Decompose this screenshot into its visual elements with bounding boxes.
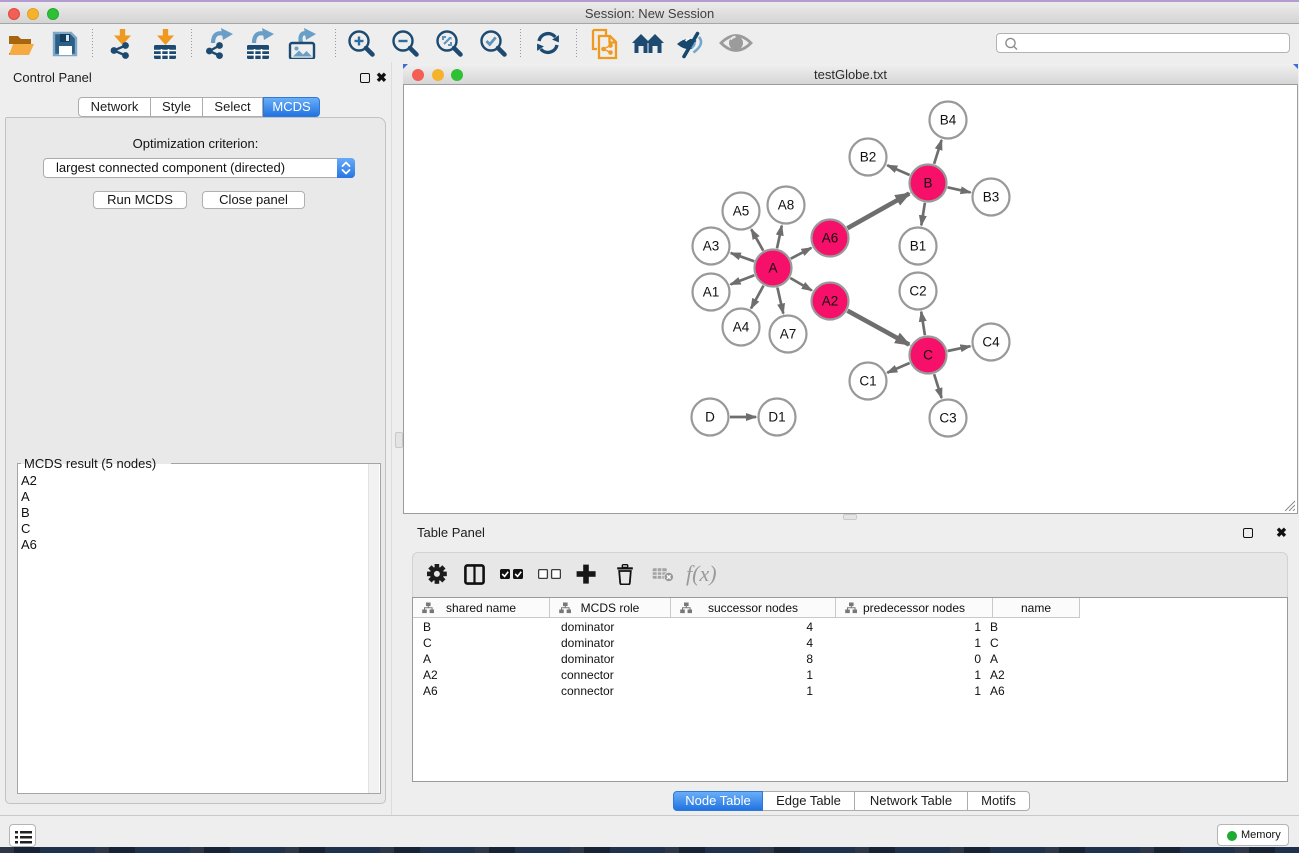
svg-text:C1: C1 — [859, 374, 876, 389]
svg-text:A8: A8 — [778, 198, 795, 213]
svg-text:B: B — [923, 176, 932, 191]
svg-text:C2: C2 — [909, 284, 926, 299]
svg-text:A6: A6 — [822, 231, 839, 246]
svg-text:B4: B4 — [940, 113, 957, 128]
svg-text:D: D — [705, 410, 715, 425]
svg-text:A: A — [768, 261, 777, 276]
svg-text:A1: A1 — [703, 285, 720, 300]
svg-text:C: C — [923, 348, 933, 363]
svg-text:C3: C3 — [939, 411, 956, 426]
svg-text:B1: B1 — [910, 239, 927, 254]
svg-text:B2: B2 — [860, 150, 877, 165]
svg-text:A7: A7 — [780, 327, 797, 342]
svg-text:A3: A3 — [703, 239, 720, 254]
svg-text:A4: A4 — [733, 320, 750, 335]
svg-text:A2: A2 — [822, 294, 839, 309]
svg-text:B3: B3 — [983, 190, 1000, 205]
svg-text:C4: C4 — [982, 335, 1000, 350]
svg-text:A5: A5 — [733, 204, 750, 219]
svg-text:D1: D1 — [768, 410, 785, 425]
